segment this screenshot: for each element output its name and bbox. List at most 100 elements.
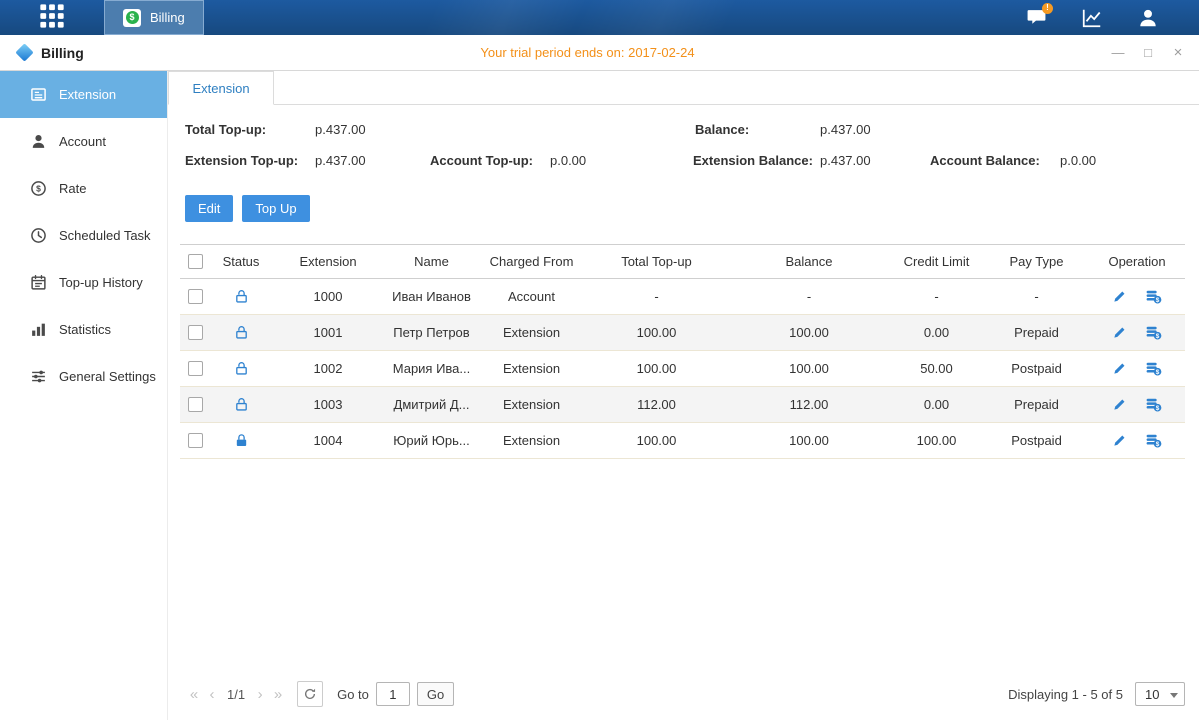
column-header-pay-type: Pay Type — [984, 254, 1089, 269]
charged-from-cell: Extension — [479, 397, 584, 412]
sidebar-item-statistics[interactable]: Statistics — [0, 306, 167, 353]
edit-icon[interactable] — [1112, 433, 1127, 448]
total-topup-cell: 100.00 — [584, 325, 729, 340]
balance-cell: 112.00 — [729, 397, 889, 412]
goto-page-input[interactable] — [376, 682, 410, 706]
sidebar-item-topup-history[interactable]: Top-up History — [0, 259, 167, 306]
total-topup-label: Total Top-up: — [185, 122, 266, 137]
edit-icon[interactable] — [1112, 361, 1127, 376]
select-all-checkbox[interactable] — [188, 254, 203, 269]
svg-text:$: $ — [1156, 405, 1160, 412]
row-checkbox[interactable] — [188, 325, 203, 340]
sidebar-item-rate[interactable]: $ Rate — [0, 165, 167, 212]
page-size-select[interactable]: 10 — [1135, 682, 1185, 706]
svg-text:$: $ — [1156, 333, 1160, 340]
edit-icon[interactable] — [1112, 289, 1127, 304]
balance-label: Balance: — [695, 122, 749, 137]
topup-button[interactable]: Top Up — [242, 195, 309, 222]
statistics-chart-icon[interactable] — [1081, 7, 1103, 29]
sidebar-item-general-settings[interactable]: General Settings — [0, 353, 167, 400]
edit-button[interactable]: Edit — [185, 195, 233, 222]
extension-topup-label: Extension Top-up: — [185, 153, 298, 168]
status-unlocked-icon — [234, 361, 249, 376]
row-topup-icon[interactable]: $ — [1145, 360, 1162, 377]
name-cell: Мария Ива... — [384, 361, 479, 376]
sidebar-item-account[interactable]: Account — [0, 118, 167, 165]
tab-extension[interactable]: Extension — [168, 71, 274, 105]
topbar-tab-label: Billing — [150, 10, 185, 25]
column-header-charged-from: Charged From — [479, 254, 584, 269]
top-bar: $ Billing ! — [0, 0, 1199, 35]
topbar-tab-billing[interactable]: $ Billing — [104, 0, 204, 35]
balance-cell: 100.00 — [729, 361, 889, 376]
trial-notice: Your trial period ends on: 2017-02-24 — [480, 45, 694, 60]
maximize-button[interactable]: □ — [1141, 46, 1155, 59]
row-topup-icon[interactable]: $ — [1145, 324, 1162, 341]
name-cell: Дмитрий Д... — [384, 397, 479, 412]
balance-cell: 100.00 — [729, 325, 889, 340]
go-button[interactable]: Go — [417, 682, 454, 706]
row-checkbox[interactable] — [188, 397, 203, 412]
charged-from-cell: Account — [479, 289, 584, 304]
refresh-icon — [303, 687, 317, 701]
credit-limit-cell: 50.00 — [889, 361, 984, 376]
charged-from-cell: Extension — [479, 325, 584, 340]
extension-icon — [30, 86, 47, 103]
topbar-right-icons: ! — [1025, 0, 1199, 35]
edit-icon[interactable] — [1112, 397, 1127, 412]
user-account-icon[interactable] — [1137, 7, 1159, 29]
credit-limit-cell: 100.00 — [889, 433, 984, 448]
main-content: Extension Total Top-up: p.437.00 Balance… — [168, 71, 1199, 720]
close-button[interactable]: × — [1171, 45, 1185, 60]
charged-from-cell: Extension — [479, 433, 584, 448]
minimize-button[interactable]: — — [1111, 46, 1125, 59]
messages-icon[interactable]: ! — [1025, 7, 1047, 29]
extension-balance-label: Extension Balance: — [693, 153, 813, 168]
first-page-button[interactable]: « — [185, 686, 203, 703]
row-topup-icon[interactable]: $ — [1145, 396, 1162, 413]
pay-type-cell: - — [984, 289, 1089, 304]
sidebar-item-label: Rate — [59, 181, 86, 196]
status-unlocked-icon — [234, 289, 249, 304]
credit-limit-cell: 0.00 — [889, 325, 984, 340]
sidebar-item-extension[interactable]: Extension — [0, 71, 167, 118]
row-checkbox[interactable] — [188, 289, 203, 304]
row-topup-icon[interactable]: $ — [1145, 432, 1162, 449]
window-title-bar: Billing Your trial period ends on: 2017-… — [0, 35, 1199, 71]
row-checkbox[interactable] — [188, 433, 203, 448]
billing-dollar-icon: $ — [123, 9, 141, 27]
apps-grid-button[interactable] — [0, 0, 104, 35]
table-row: 1004 Юрий Юрь... Extension 100.00 100.00… — [180, 423, 1185, 459]
status-unlocked-icon — [234, 325, 249, 340]
sidebar-item-label: Statistics — [59, 322, 111, 337]
chevron-down-icon — [1170, 693, 1178, 698]
pay-type-cell: Prepaid — [984, 325, 1089, 340]
sidebar-item-scheduled-task[interactable]: Scheduled Task — [0, 212, 167, 259]
total-topup-cell: - — [584, 289, 729, 304]
extension-cell: 1003 — [272, 397, 384, 412]
extension-topup-value: p.437.00 — [315, 153, 366, 168]
credit-limit-cell: 0.00 — [889, 397, 984, 412]
prev-page-button[interactable]: ‹ — [203, 686, 221, 703]
charged-from-cell: Extension — [479, 361, 584, 376]
sidebar-item-label: Account — [59, 134, 106, 149]
edit-icon[interactable] — [1112, 325, 1127, 340]
table-row: 1000 Иван Иванов Account - - - - $ — [180, 279, 1185, 315]
column-header-total-topup: Total Top-up — [584, 254, 729, 269]
account-topup-label: Account Top-up: — [430, 153, 533, 168]
row-topup-icon[interactable]: $ — [1145, 288, 1162, 305]
extension-cell: 1004 — [272, 433, 384, 448]
table-row: 1003 Дмитрий Д... Extension 112.00 112.0… — [180, 387, 1185, 423]
svg-text:$: $ — [1156, 369, 1160, 376]
pagination-bar: « ‹ 1/1 › » Go to Go Displaying 1 - 5 of… — [168, 678, 1199, 710]
rate-icon: $ — [30, 180, 47, 197]
refresh-button[interactable] — [297, 681, 323, 707]
last-page-button[interactable]: » — [269, 686, 287, 703]
page-size-value: 10 — [1145, 687, 1159, 702]
window-title: Billing — [41, 45, 84, 61]
statistics-icon — [30, 321, 47, 338]
sidebar-item-label: Scheduled Task — [59, 228, 151, 243]
next-page-button[interactable]: › — [251, 686, 269, 703]
total-topup-value: p.437.00 — [315, 122, 366, 137]
row-checkbox[interactable] — [188, 361, 203, 376]
